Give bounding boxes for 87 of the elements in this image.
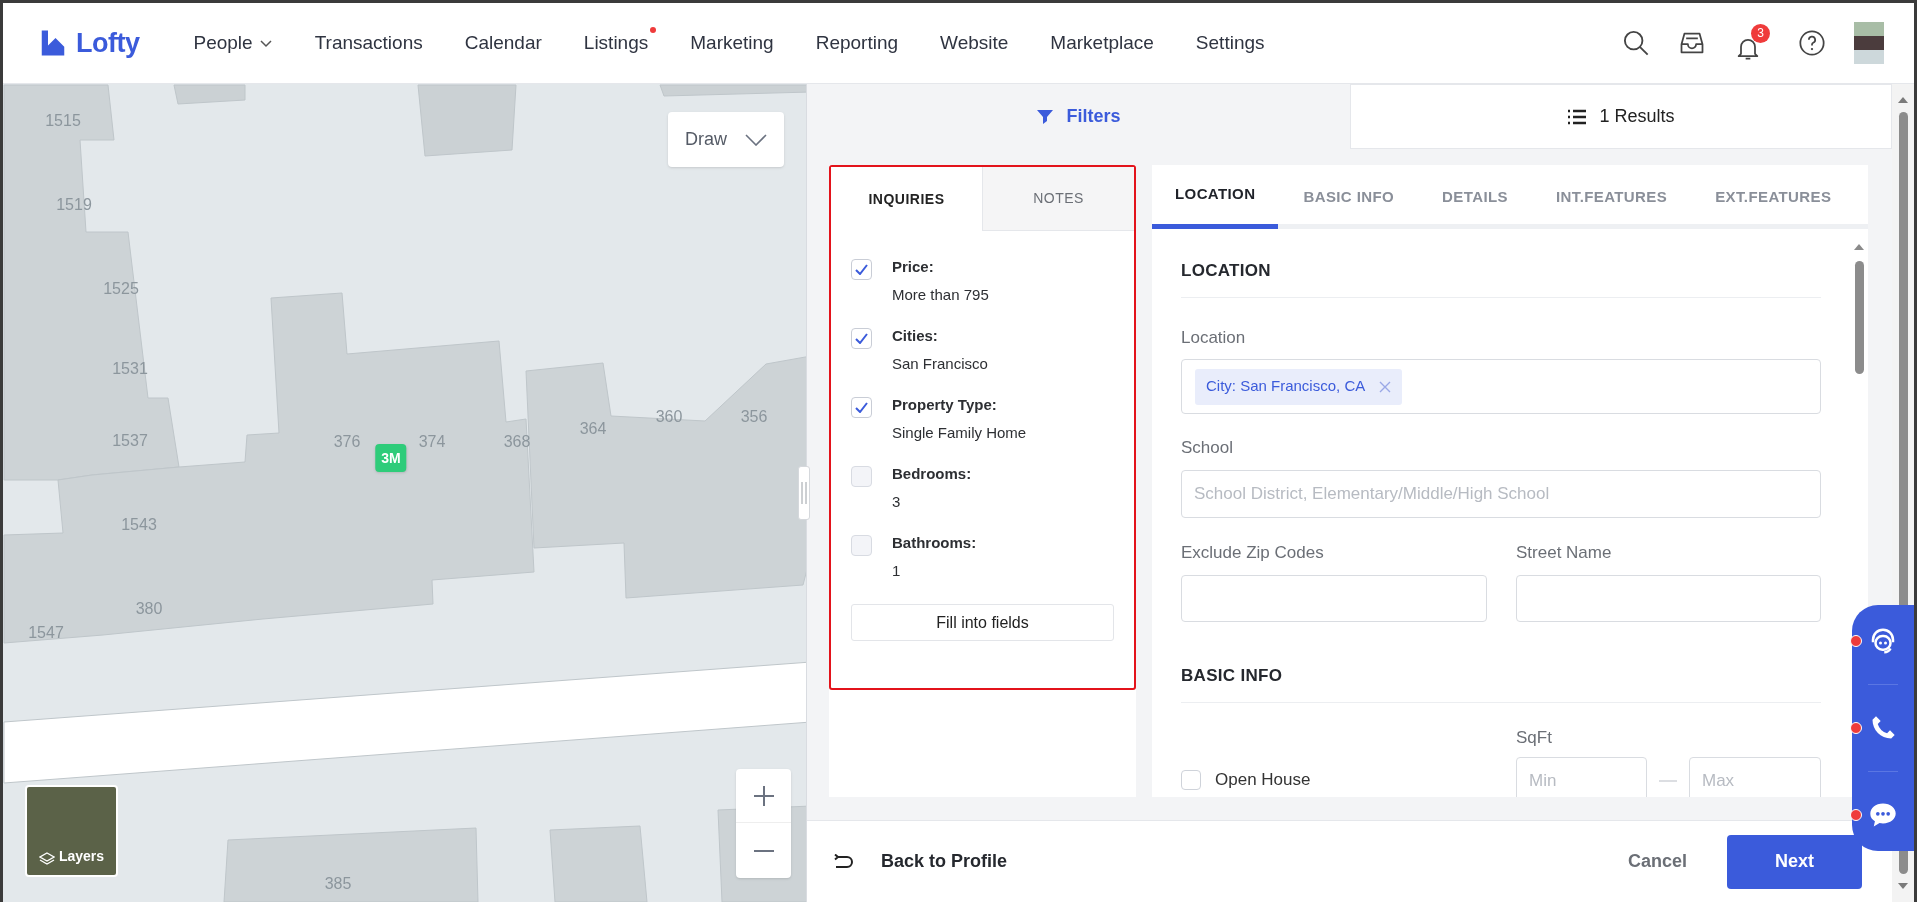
criterion-value: Single Family Home <box>892 423 1027 442</box>
nav-link[interactable]: Settings <box>1195 22 1273 64</box>
search-icon[interactable] <box>1622 29 1650 57</box>
criterion-value: 3 <box>892 492 902 511</box>
field-label: Street Name <box>1516 542 1613 564</box>
house-number: 376 <box>333 432 361 452</box>
scrollbar[interactable] <box>1852 243 1866 374</box>
next-button[interactable]: Next <box>1727 834 1862 889</box>
location-field[interactable]: City: San Francisco, CA <box>1181 359 1821 414</box>
checkbox[interactable] <box>851 328 872 349</box>
nav-link[interactable]: Website <box>940 22 1017 64</box>
check-icon <box>855 402 868 413</box>
help-icon[interactable] <box>1798 29 1826 57</box>
layers-button[interactable]: Layers <box>25 785 118 877</box>
house-number: 1515 <box>45 111 81 131</box>
field-label: Location <box>1181 327 1247 349</box>
draw-dropdown[interactable]: Draw <box>668 112 784 167</box>
nav-link[interactable]: Reporting <box>815 22 907 64</box>
notifications-button[interactable]: 3 <box>1734 24 1770 62</box>
check-icon <box>855 264 868 275</box>
checkbox[interactable] <box>851 535 872 556</box>
field-label: SqFt <box>1516 727 1553 749</box>
nav-link[interactable]: People <box>193 22 281 64</box>
sqft-max-field[interactable]: Max <box>1689 757 1821 797</box>
check-icon <box>855 333 868 344</box>
checkbox-label: Open House <box>1215 769 1311 792</box>
minus-icon <box>752 848 775 853</box>
nav-link[interactable]: Marketing <box>690 22 782 64</box>
house-number: 364 <box>579 419 607 439</box>
house-number: 1519 <box>56 195 92 215</box>
nav-link[interactable]: Transactions <box>314 22 431 64</box>
inquiries-tab[interactable]: NOTES <box>982 167 1134 231</box>
location-tag[interactable]: City: San Francisco, CA <box>1195 368 1403 405</box>
criterion-label: Property Type: <box>892 395 998 414</box>
sqft-min-field[interactable]: Min <box>1516 757 1647 797</box>
house-number: 374 <box>418 432 446 452</box>
section-heading: BASIC INFO <box>1181 665 1284 687</box>
filter-icon <box>1036 107 1055 126</box>
house-number: 1537 <box>112 431 148 451</box>
notification-badge: 3 <box>1751 24 1770 43</box>
criterion-value: 1 <box>892 561 902 580</box>
house-number: 1525 <box>103 279 139 299</box>
criterion-label: Bathrooms: <box>892 533 977 552</box>
house-number: 1547 <box>28 623 64 643</box>
fill-into-fields-button[interactable]: Fill into fields <box>851 604 1114 641</box>
checkbox[interactable] <box>851 466 872 487</box>
cancel-button[interactable]: Cancel <box>1627 848 1687 875</box>
scroll-up-arrow-icon[interactable] <box>1853 243 1865 251</box>
criterion-label: Bedrooms: <box>892 464 972 483</box>
view-tab[interactable]: 1 Results <box>1350 84 1892 149</box>
criterion-label: Cities: <box>892 326 939 345</box>
criterion-label: Price: <box>892 257 935 276</box>
avatar-image[interactable] <box>1854 22 1884 64</box>
form-tab[interactable]: LOCATION <box>1152 165 1279 229</box>
criterion-value: More than 795 <box>892 285 989 304</box>
nav-link[interactable]: Calendar <box>464 22 550 64</box>
list-icon <box>1567 107 1588 126</box>
field-label: Exclude Zip Codes <box>1181 542 1325 564</box>
resize-handle[interactable] <box>798 466 810 520</box>
house-number: 360 <box>655 407 683 427</box>
checkbox[interactable] <box>1181 770 1201 790</box>
checkbox[interactable] <box>851 259 872 280</box>
house-number: 380 <box>135 599 163 619</box>
house-number: 1543 <box>121 515 157 535</box>
scroll-up-arrow-icon[interactable] <box>1897 96 1909 104</box>
layers-icon <box>38 851 55 867</box>
house-number: 1531 <box>112 359 148 379</box>
section-heading: LOCATION <box>1181 260 1272 282</box>
house-number: 368 <box>503 432 531 452</box>
nav-link[interactable]: Listings <box>583 22 657 64</box>
school-field[interactable]: School District, Elementary/Middle/High School <box>1181 470 1821 518</box>
street-name-field[interactable] <box>1516 575 1821 622</box>
plus-icon <box>752 784 775 807</box>
criterion-value: San Francisco <box>892 354 988 373</box>
nav-link[interactable]: Marketplace <box>1050 22 1162 64</box>
field-label: School <box>1181 437 1234 459</box>
back-to-profile-button[interactable]: Back to Profile <box>833 848 1008 875</box>
house-number: 385 <box>324 874 352 894</box>
return-arrow-icon <box>833 853 855 870</box>
close-icon[interactable] <box>1379 380 1392 393</box>
chevron-down-icon <box>745 133 767 146</box>
logo-text: Lofty <box>76 26 140 60</box>
scroll-down-arrow-icon[interactable] <box>1897 882 1909 890</box>
house-number: 356 <box>740 407 768 427</box>
dash-icon <box>1659 780 1677 782</box>
checkbox[interactable] <box>851 397 872 418</box>
exclude-zip-field[interactable] <box>1181 575 1487 622</box>
